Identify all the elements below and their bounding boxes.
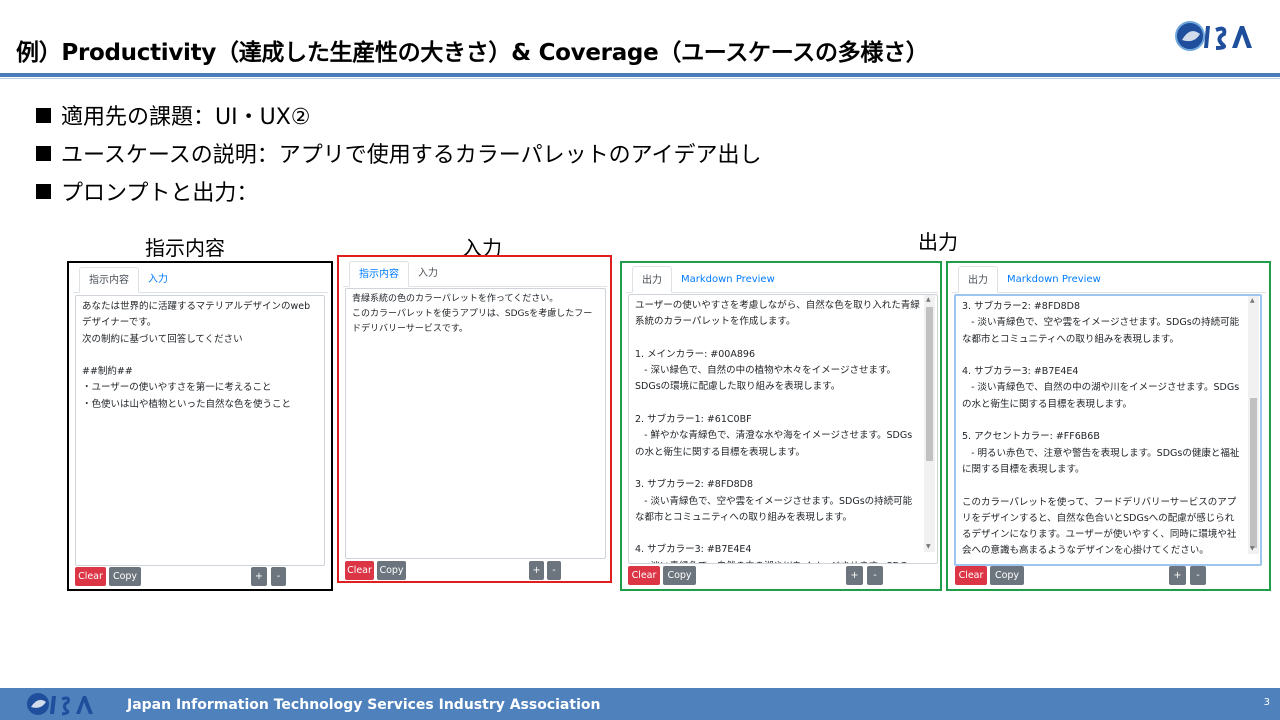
clear-button[interactable]: Clear	[628, 566, 660, 585]
output-textarea[interactable]: 3. サブカラー2: #8FD8D8 - 淡い青緑色で、空や雲をイメージさせます…	[954, 294, 1262, 566]
header-rule	[0, 73, 1280, 77]
scroll-up-icon[interactable]: ▲	[926, 296, 931, 304]
tab-markdown-preview[interactable]: Markdown Preview	[998, 266, 1110, 292]
clear-button[interactable]: Clear	[955, 566, 987, 585]
tab-bar: 出力 Markdown Preview	[626, 266, 938, 293]
panel-output-2: 出力 Markdown Preview 3. サブカラー2: #8FD8D8 -…	[952, 266, 1266, 588]
output-textarea[interactable]: ユーザーの使いやすさを考慮しながら、自然な色を取り入れた青緑系統のカラーパレット…	[628, 294, 938, 564]
copy-button[interactable]: Copy	[663, 566, 696, 585]
scroll-thumb[interactable]	[926, 307, 933, 461]
jisa-logo-footer	[27, 693, 93, 716]
tab-markdown-preview[interactable]: Markdown Preview	[672, 266, 784, 292]
tab-input[interactable]: 入力	[409, 261, 447, 286]
minus-button[interactable]: -	[271, 567, 286, 586]
tab-bar: 指示内容 入力	[343, 261, 607, 287]
plus-button[interactable]: +	[251, 567, 267, 586]
footer-organization: Japan Information Technology Services In…	[127, 697, 601, 713]
scrollbar[interactable]: ▲ ▼	[924, 295, 935, 552]
label-output: 出力	[918, 230, 958, 254]
instruction-textarea[interactable]: あなたは世界的に活躍するマテリアルデザインのwebデザイナーです。 次の制約に基…	[75, 295, 325, 566]
copy-button[interactable]: Copy	[109, 567, 141, 586]
plus-button[interactable]: +	[1169, 566, 1186, 585]
panel-instruction: 指示内容 入力 あなたは世界的に活躍するマテリアルデザインのwebデザイナーです…	[73, 267, 328, 588]
input-textarea[interactable]: 青緑系統の色のカラーパレットを作ってください。 このカラーパレットを使うアプリは…	[345, 288, 606, 559]
scrollbar[interactable]: ▲ ▼	[1248, 296, 1259, 554]
scroll-thumb[interactable]	[1250, 398, 1257, 548]
plus-button[interactable]: +	[529, 561, 544, 580]
panel-input: 指示内容 入力 青緑系統の色のカラーパレットを作ってください。 このカラーパレッ…	[343, 261, 607, 580]
minus-button[interactable]: -	[547, 561, 561, 580]
plus-button[interactable]: +	[846, 566, 863, 585]
scroll-down-icon[interactable]: ▼	[1250, 545, 1255, 553]
tab-instruction[interactable]: 指示内容	[79, 267, 139, 293]
minus-button[interactable]: -	[1190, 566, 1206, 585]
square-bullet-icon	[36, 107, 51, 123]
header-rule-light	[0, 78, 1280, 79]
slide-title: 例）Productivity（達成した生産性の大きさ）& Coverage（ユー…	[16, 40, 929, 66]
jisa-logo	[1175, 21, 1252, 51]
copy-button[interactable]: Copy	[990, 566, 1024, 585]
tab-output[interactable]: 出力	[958, 266, 998, 293]
copy-button[interactable]: Copy	[377, 561, 406, 580]
scroll-up-icon[interactable]: ▲	[1250, 297, 1255, 305]
label-instruction: 指示内容	[145, 236, 225, 260]
clear-button[interactable]: Clear	[345, 561, 374, 580]
tab-output[interactable]: 出力	[632, 266, 672, 293]
scroll-down-icon[interactable]: ▼	[926, 543, 931, 551]
square-bullet-icon	[36, 183, 51, 199]
bullet-item: プロンプトと出力：	[36, 172, 761, 210]
bullet-item: 適用先の課題：UI・UX②	[36, 96, 761, 134]
tab-input[interactable]: 入力	[139, 267, 177, 292]
tab-instruction[interactable]: 指示内容	[349, 261, 409, 287]
page-number: 3	[1263, 697, 1270, 708]
tab-bar: 指示内容 入力	[73, 267, 328, 293]
bullet-item: ユースケースの説明：アプリで使用するカラーパレットのアイデア出し	[36, 134, 761, 172]
bullet-list: 適用先の課題：UI・UX② ユースケースの説明：アプリで使用するカラーパレットの…	[36, 96, 761, 210]
panel-output-1: 出力 Markdown Preview ユーザーの使いやすさを考慮しながら、自然…	[626, 266, 938, 588]
square-bullet-icon	[36, 145, 51, 161]
tab-bar: 出力 Markdown Preview	[952, 266, 1266, 293]
clear-button[interactable]: Clear	[75, 567, 106, 586]
minus-button[interactable]: -	[867, 566, 883, 585]
